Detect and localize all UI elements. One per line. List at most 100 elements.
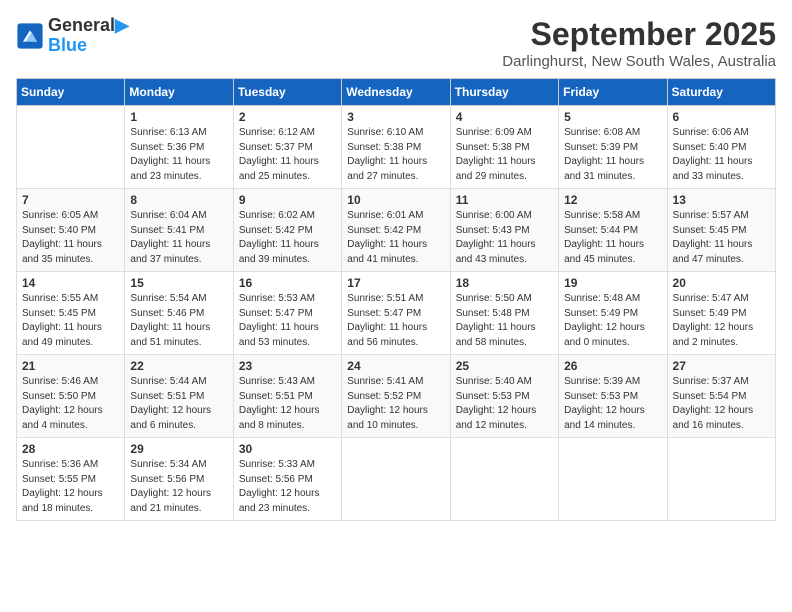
daylight-text: Daylight: 12 hours and 4 minutes. — [22, 405, 103, 431]
daylight-text: Daylight: 11 hours and 47 minutes. — [673, 239, 753, 265]
sunset-text: Sunset: 5:47 PM — [239, 308, 313, 319]
sunset-text: Sunset: 5:36 PM — [130, 142, 204, 153]
sunset-text: Sunset: 5:52 PM — [347, 391, 421, 402]
day-info: Sunrise: 5:37 AM Sunset: 5:54 PM Dayligh… — [673, 375, 770, 433]
daylight-text: Daylight: 11 hours and 49 minutes. — [22, 322, 102, 348]
calendar-cell: 29 Sunrise: 5:34 AM Sunset: 5:56 PM Dayl… — [125, 438, 233, 521]
sunset-text: Sunset: 5:45 PM — [22, 308, 96, 319]
daylight-text: Daylight: 11 hours and 41 minutes. — [347, 239, 427, 265]
day-info: Sunrise: 5:36 AM Sunset: 5:55 PM Dayligh… — [22, 458, 119, 516]
day-number: 25 — [456, 359, 553, 373]
calendar-cell: 6 Sunrise: 6:06 AM Sunset: 5:40 PM Dayli… — [667, 106, 775, 189]
day-info: Sunrise: 5:33 AM Sunset: 5:56 PM Dayligh… — [239, 458, 336, 516]
calendar-cell: 5 Sunrise: 6:08 AM Sunset: 5:39 PM Dayli… — [559, 106, 667, 189]
sunset-text: Sunset: 5:42 PM — [347, 225, 421, 236]
day-info: Sunrise: 5:54 AM Sunset: 5:46 PM Dayligh… — [130, 292, 227, 350]
day-info: Sunrise: 5:55 AM Sunset: 5:45 PM Dayligh… — [22, 292, 119, 350]
sunrise-text: Sunrise: 5:46 AM — [22, 376, 98, 387]
day-number: 26 — [564, 359, 661, 373]
sunrise-text: Sunrise: 6:06 AM — [673, 127, 749, 138]
calendar-cell: 2 Sunrise: 6:12 AM Sunset: 5:37 PM Dayli… — [233, 106, 341, 189]
daylight-text: Daylight: 12 hours and 14 minutes. — [564, 405, 645, 431]
daylight-text: Daylight: 11 hours and 43 minutes. — [456, 239, 536, 265]
sunrise-text: Sunrise: 5:44 AM — [130, 376, 206, 387]
sunset-text: Sunset: 5:47 PM — [347, 308, 421, 319]
weekday-header-monday: Monday — [125, 79, 233, 106]
sunrise-text: Sunrise: 5:39 AM — [564, 376, 640, 387]
day-info: Sunrise: 6:12 AM Sunset: 5:37 PM Dayligh… — [239, 126, 336, 184]
calendar-cell: 26 Sunrise: 5:39 AM Sunset: 5:53 PM Dayl… — [559, 355, 667, 438]
sunrise-text: Sunrise: 6:12 AM — [239, 127, 315, 138]
sunset-text: Sunset: 5:45 PM — [673, 225, 747, 236]
calendar-cell: 16 Sunrise: 5:53 AM Sunset: 5:47 PM Dayl… — [233, 272, 341, 355]
week-row-4: 21 Sunrise: 5:46 AM Sunset: 5:50 PM Dayl… — [17, 355, 776, 438]
calendar-cell: 12 Sunrise: 5:58 AM Sunset: 5:44 PM Dayl… — [559, 189, 667, 272]
weekday-header-friday: Friday — [559, 79, 667, 106]
day-number: 27 — [673, 359, 770, 373]
sunset-text: Sunset: 5:41 PM — [130, 225, 204, 236]
calendar-cell — [17, 106, 125, 189]
day-info: Sunrise: 5:39 AM Sunset: 5:53 PM Dayligh… — [564, 375, 661, 433]
day-info: Sunrise: 5:57 AM Sunset: 5:45 PM Dayligh… — [673, 209, 770, 267]
daylight-text: Daylight: 12 hours and 2 minutes. — [673, 322, 754, 348]
header: General▶ Blue September 2025 Darlinghurs… — [16, 16, 776, 70]
day-info: Sunrise: 5:58 AM Sunset: 5:44 PM Dayligh… — [564, 209, 661, 267]
sunrise-text: Sunrise: 5:37 AM — [673, 376, 749, 387]
day-info: Sunrise: 6:00 AM Sunset: 5:43 PM Dayligh… — [456, 209, 553, 267]
calendar-cell: 8 Sunrise: 6:04 AM Sunset: 5:41 PM Dayli… — [125, 189, 233, 272]
calendar-cell: 30 Sunrise: 5:33 AM Sunset: 5:56 PM Dayl… — [233, 438, 341, 521]
sunrise-text: Sunrise: 5:40 AM — [456, 376, 532, 387]
calendar-cell: 21 Sunrise: 5:46 AM Sunset: 5:50 PM Dayl… — [17, 355, 125, 438]
sunset-text: Sunset: 5:50 PM — [22, 391, 96, 402]
calendar-cell: 11 Sunrise: 6:00 AM Sunset: 5:43 PM Dayl… — [450, 189, 558, 272]
day-info: Sunrise: 6:13 AM Sunset: 5:36 PM Dayligh… — [130, 126, 227, 184]
calendar-cell: 22 Sunrise: 5:44 AM Sunset: 5:51 PM Dayl… — [125, 355, 233, 438]
day-number: 21 — [22, 359, 119, 373]
sunset-text: Sunset: 5:38 PM — [456, 142, 530, 153]
calendar-cell: 24 Sunrise: 5:41 AM Sunset: 5:52 PM Dayl… — [342, 355, 450, 438]
sunset-text: Sunset: 5:37 PM — [239, 142, 313, 153]
logo-icon — [16, 22, 44, 50]
day-number: 11 — [456, 193, 553, 207]
weekday-header-tuesday: Tuesday — [233, 79, 341, 106]
daylight-text: Daylight: 11 hours and 56 minutes. — [347, 322, 427, 348]
daylight-text: Daylight: 12 hours and 23 minutes. — [239, 488, 320, 514]
sunrise-text: Sunrise: 5:34 AM — [130, 459, 206, 470]
daylight-text: Daylight: 12 hours and 12 minutes. — [456, 405, 537, 431]
daylight-text: Daylight: 11 hours and 58 minutes. — [456, 322, 536, 348]
sunrise-text: Sunrise: 5:54 AM — [130, 293, 206, 304]
day-number: 5 — [564, 110, 661, 124]
sunset-text: Sunset: 5:38 PM — [347, 142, 421, 153]
day-info: Sunrise: 5:53 AM Sunset: 5:47 PM Dayligh… — [239, 292, 336, 350]
daylight-text: Daylight: 12 hours and 21 minutes. — [130, 488, 211, 514]
daylight-text: Daylight: 11 hours and 51 minutes. — [130, 322, 210, 348]
day-number: 22 — [130, 359, 227, 373]
day-number: 28 — [22, 442, 119, 456]
daylight-text: Daylight: 11 hours and 27 minutes. — [347, 156, 427, 182]
sunrise-text: Sunrise: 6:08 AM — [564, 127, 640, 138]
calendar-cell — [667, 438, 775, 521]
sunrise-text: Sunrise: 5:36 AM — [22, 459, 98, 470]
sunset-text: Sunset: 5:43 PM — [456, 225, 530, 236]
sunrise-text: Sunrise: 5:47 AM — [673, 293, 749, 304]
month-title: September 2025 — [502, 16, 776, 53]
sunset-text: Sunset: 5:40 PM — [22, 225, 96, 236]
calendar-cell: 4 Sunrise: 6:09 AM Sunset: 5:38 PM Dayli… — [450, 106, 558, 189]
day-info: Sunrise: 5:34 AM Sunset: 5:56 PM Dayligh… — [130, 458, 227, 516]
sunset-text: Sunset: 5:46 PM — [130, 308, 204, 319]
calendar-table: SundayMondayTuesdayWednesdayThursdayFrid… — [16, 78, 776, 521]
daylight-text: Daylight: 11 hours and 23 minutes. — [130, 156, 210, 182]
day-number: 3 — [347, 110, 444, 124]
day-number: 7 — [22, 193, 119, 207]
weekday-header-sunday: Sunday — [17, 79, 125, 106]
day-number: 2 — [239, 110, 336, 124]
sunrise-text: Sunrise: 5:55 AM — [22, 293, 98, 304]
sunrise-text: Sunrise: 5:41 AM — [347, 376, 423, 387]
calendar-cell: 18 Sunrise: 5:50 AM Sunset: 5:48 PM Dayl… — [450, 272, 558, 355]
calendar-cell: 15 Sunrise: 5:54 AM Sunset: 5:46 PM Dayl… — [125, 272, 233, 355]
sunrise-text: Sunrise: 6:02 AM — [239, 210, 315, 221]
sunrise-text: Sunrise: 6:13 AM — [130, 127, 206, 138]
week-row-5: 28 Sunrise: 5:36 AM Sunset: 5:55 PM Dayl… — [17, 438, 776, 521]
sunset-text: Sunset: 5:54 PM — [673, 391, 747, 402]
calendar-cell: 7 Sunrise: 6:05 AM Sunset: 5:40 PM Dayli… — [17, 189, 125, 272]
